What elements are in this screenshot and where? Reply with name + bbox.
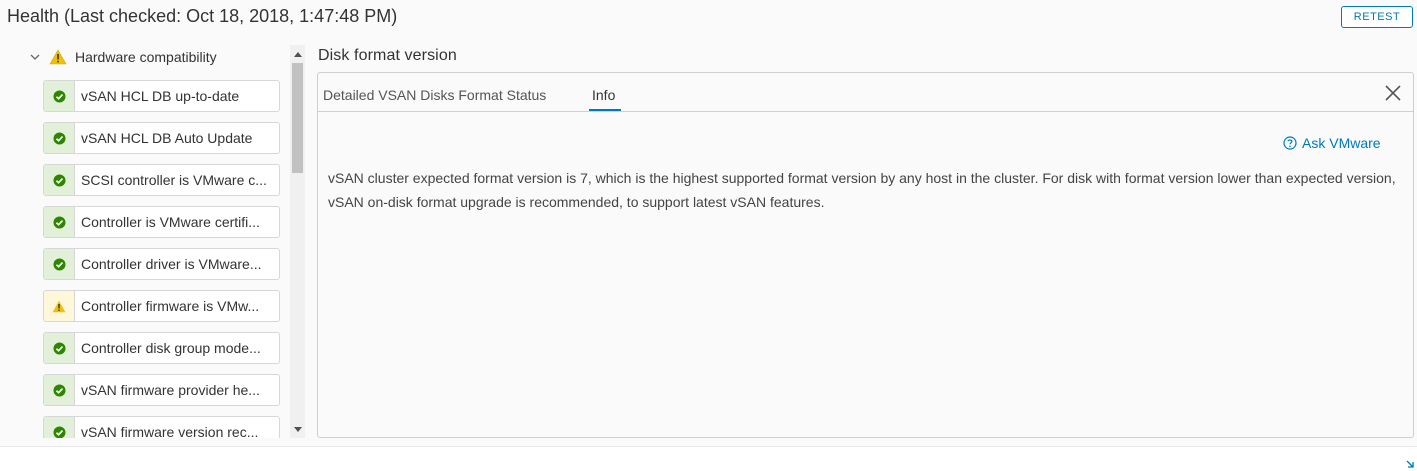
active-tab-indicator — [589, 109, 621, 111]
list-item-label: SCSI controller is VMware c... — [81, 172, 267, 188]
check-circle-icon — [53, 426, 65, 438]
warning-icon — [52, 300, 66, 312]
status-cell — [44, 375, 75, 405]
check-circle-icon — [53, 216, 65, 228]
scroll-down-arrow-icon[interactable] — [290, 422, 305, 436]
status-cell — [44, 291, 75, 321]
help-icon — [1283, 136, 1297, 150]
list-item[interactable]: vSAN firmware version rec... — [43, 416, 280, 438]
list-item[interactable]: Controller firmware is VMw... — [43, 290, 280, 322]
list-item-label: Controller driver is VMware... — [81, 256, 262, 272]
warning-icon — [49, 49, 67, 65]
detail-panel: Detailed VSAN Disks Format Status Info A… — [317, 72, 1414, 438]
status-cell — [44, 123, 75, 153]
tab-info[interactable]: Info — [592, 87, 615, 103]
ask-vmware-label: Ask VMware — [1302, 135, 1381, 151]
page-title: Health (Last checked: Oct 18, 2018, 1:47… — [7, 6, 398, 26]
list-item-label: vSAN HCL DB Auto Update — [81, 130, 253, 146]
close-icon[interactable] — [1383, 83, 1403, 103]
resize-icon[interactable] — [1405, 458, 1415, 470]
group-hardware-compatibility[interactable]: Hardware compatibility — [28, 46, 217, 68]
status-cell — [44, 81, 75, 111]
status-cell — [44, 249, 75, 279]
list-item[interactable]: Controller driver is VMware... — [43, 248, 280, 280]
group-label: Hardware compatibility — [75, 49, 217, 65]
scrollbar-thumb[interactable] — [292, 63, 303, 173]
check-circle-icon — [53, 174, 65, 186]
info-text: vSAN cluster expected format version is … — [328, 170, 1396, 210]
list-item-label: vSAN firmware provider he... — [81, 382, 260, 398]
list-item-label: Controller disk group mode... — [81, 340, 261, 356]
detail-title: Disk format version — [318, 47, 457, 64]
list-item[interactable]: Controller is VMware certifi... — [43, 206, 280, 238]
status-cell — [44, 165, 75, 195]
ask-vmware-link[interactable]: Ask VMware — [1283, 135, 1381, 151]
status-cell — [44, 417, 75, 438]
list-item[interactable]: Controller disk group mode... — [43, 332, 280, 364]
retest-button[interactable]: RETEST — [1341, 6, 1413, 28]
list-item[interactable]: vSAN HCL DB up-to-date — [43, 80, 280, 112]
sidebar-scrollbar[interactable] — [290, 45, 305, 438]
check-circle-icon — [53, 132, 65, 144]
check-circle-icon — [53, 90, 65, 102]
check-circle-icon — [53, 384, 65, 396]
list-item-label: vSAN firmware version rec... — [81, 424, 259, 438]
bottom-bar — [0, 446, 1417, 471]
scroll-up-arrow-icon[interactable] — [290, 47, 305, 61]
tab-detailed-vsan-disks-format-status[interactable]: Detailed VSAN Disks Format Status — [323, 87, 546, 103]
list-item[interactable]: SCSI controller is VMware c... — [43, 164, 280, 196]
check-circle-icon — [53, 342, 65, 354]
status-cell — [44, 207, 75, 237]
list-item-label: Controller is VMware certifi... — [81, 214, 260, 230]
list-item-label: Controller firmware is VMw... — [81, 298, 260, 314]
tab-bar: Detailed VSAN Disks Format Status Info — [318, 73, 1413, 112]
status-cell — [44, 333, 75, 363]
list-item-label: vSAN HCL DB up-to-date — [81, 88, 240, 104]
list-item[interactable]: vSAN firmware provider he... — [43, 374, 280, 406]
list-item[interactable]: vSAN HCL DB Auto Update — [43, 122, 280, 154]
health-check-list: vSAN HCL DB up-to-date vSAN HCL DB Auto … — [43, 80, 280, 438]
chevron-down-icon[interactable] — [28, 50, 42, 64]
check-circle-icon — [53, 258, 65, 270]
